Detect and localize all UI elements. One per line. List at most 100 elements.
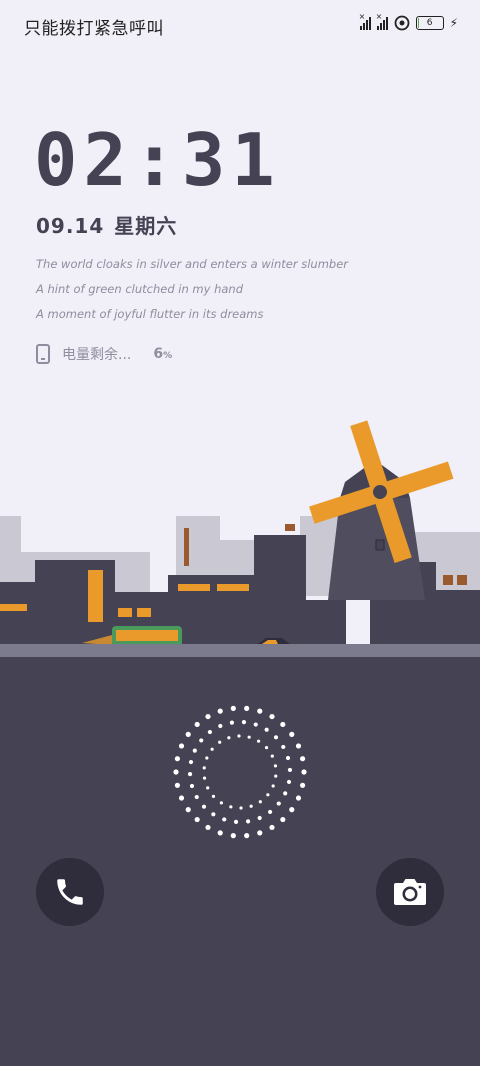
fingerprint-dot [187,771,193,777]
fingerprint-dot [205,824,211,831]
fingerprint-dot [289,807,295,813]
fingerprint-dot [185,807,191,813]
fingerprint-dot [285,755,291,761]
fingerprint-dot [174,782,180,788]
fingerprint-dot [273,735,279,740]
fingerprint-dot [256,739,261,743]
fingerprint-dot [300,756,306,762]
fingerprint-dot [237,734,241,738]
fingerprint-dot [283,791,288,796]
fingerprint-dot [269,824,275,831]
fingerprint-dot [185,731,191,737]
fingerprint-dot [253,722,258,727]
fingerprint-dot [199,738,204,743]
fingerprint-dot [286,779,292,785]
fingerprint-dot [244,833,250,839]
fingerprint-unlock-icon[interactable] [172,704,308,840]
eye-comfort-icon [394,15,409,31]
poem-line-2: A hint of green clutched in my hand [36,282,244,296]
fingerprint-dot [219,801,224,805]
fingerprint-dot [241,720,247,725]
phone-shortcut-button[interactable] [36,858,104,926]
fingerprint-dot [229,805,233,809]
fingerprint-dot [249,804,253,808]
fingerprint-dot [280,816,286,823]
fingerprint-dot [211,794,216,798]
fingerprint-dot [192,748,197,753]
fingerprint-dot [230,833,236,839]
fingerprint-dot [295,795,302,801]
fingerprint-dot [178,795,185,801]
phone-battery-icon [36,344,50,364]
fingerprint-dot [287,767,293,773]
fingerprint-dot [229,720,235,725]
fingerprint-dot [205,713,211,720]
status-icons: × × 6 ⚡ [359,12,458,31]
poem-line-1: The world cloaks in silver and enters a … [36,257,349,271]
fingerprint-dot [264,727,269,732]
fingerprint-dot [207,729,213,735]
fingerprint-dot [269,713,275,720]
fingerprint-dot [211,812,216,817]
weekday-text: 星期六 [114,214,178,238]
fingerprint-dot [245,819,251,824]
fingerprint-dot [289,731,295,737]
road [0,644,480,657]
fingerprint-dot [202,766,206,770]
signal-icon: × [359,12,371,30]
fingerprint-dot [247,735,251,739]
fingerprint-dot [273,764,278,768]
fingerprint-dot [222,817,227,822]
fingerprint-dot [188,759,194,765]
fingerprint-dot [270,754,274,758]
battery-icon: 6 [415,16,444,30]
poem-line-3: A moment of joyful flutter in its dreams [36,307,264,321]
fingerprint-dot [194,816,200,823]
phone-icon [57,879,83,905]
fingerprint-dot [264,746,269,750]
fingerprint-dot [194,794,199,800]
fingerprint-dot [205,756,209,760]
fingerprint-dot [267,809,273,815]
charging-icon: ⚡ [449,16,458,30]
fingerprint-dot [257,815,262,821]
battery-label: 电量剩余... [62,347,132,363]
fingerprint-dot [300,782,306,788]
fingerprint-dot [189,783,195,789]
camera-icon [394,879,426,905]
fingerprint-dot [217,708,223,714]
fingerprint-dot [301,769,307,775]
fingerprint-dot [202,776,207,780]
fingerprint-dot [201,804,207,809]
fingerprint-dot [266,793,270,797]
fingerprint-dot [217,830,223,836]
fingerprint-dot [178,743,185,749]
battery-percent: 6% [153,346,173,362]
fingerprint-dot [257,830,263,836]
fingerprint-dot [257,708,263,714]
battery-level-text: 6 [426,18,433,28]
status-bar: 只能拨打紧急呼叫 × × 6 ⚡ [0,0,480,50]
fingerprint-dot [218,740,222,744]
camera-shortcut-button[interactable] [376,858,444,926]
fingerprint-dot [194,721,200,728]
fingerprint-dot [280,721,286,728]
fingerprint-dot [173,769,179,775]
fingerprint-dot [244,705,250,711]
fingerprint-dot [174,756,180,762]
signal-icon-2: × [376,12,388,30]
fingerprint-dot [281,744,286,750]
lock-date: 09.14 星期六 [36,210,177,239]
fingerprint-dot [233,819,239,824]
fingerprint-dot [230,705,236,711]
fingerprint-dot [218,723,223,729]
fingerprint-dot [210,747,214,751]
emergency-only-text: 只能拨打紧急呼叫 [24,19,164,39]
fingerprint-dot [227,736,231,740]
lock-clock: 02:31 [34,118,281,202]
battery-remaining: 电量剩余... 6% [36,344,172,364]
fingerprint-dot [258,800,262,804]
fingerprint-dot [276,801,281,806]
city-windmill-illustration [0,420,480,657]
fingerprint-dot [271,784,275,788]
